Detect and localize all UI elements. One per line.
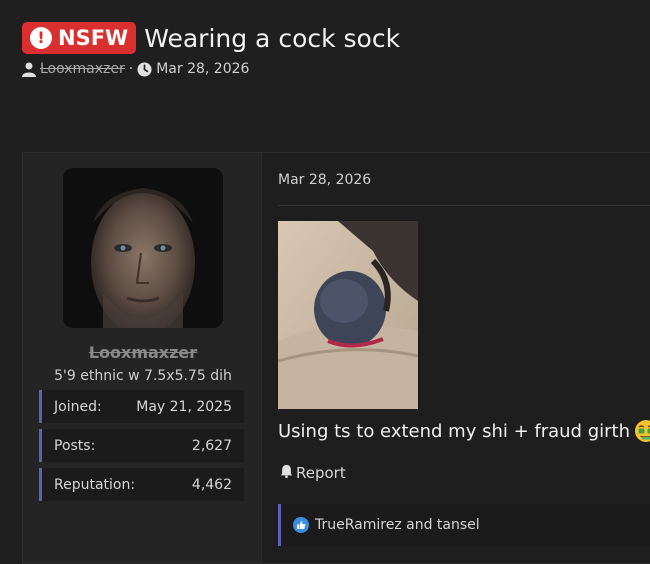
reactions-text: TrueRamirez and tansel	[315, 517, 480, 533]
post-body-text: Using ts to extend my shi + fraud girth	[278, 421, 630, 442]
thread-date-link[interactable]: Mar 28, 2026	[156, 61, 249, 77]
reactions-bar[interactable]: TrueRamirez and tansel	[278, 504, 650, 546]
post: Looxmaxzer 5'9 ethnic w 7.5x5.75 dih Joi…	[22, 152, 650, 564]
thread-title: Wearing a cock sock	[144, 24, 400, 53]
post-user-cell: Looxmaxzer 5'9 ethnic w 7.5x5.75 dih Joi…	[23, 153, 261, 563]
money-mouth-emoji-icon	[634, 419, 650, 443]
exclamation-icon: !	[30, 27, 52, 49]
post-date-link[interactable]: Mar 28, 2026	[278, 172, 371, 188]
report-label: Report	[296, 464, 346, 482]
stat-value: 2,627	[192, 438, 232, 454]
clock-icon	[137, 62, 152, 77]
avatar[interactable]	[63, 168, 223, 328]
thread-meta: Looxmaxzer · Mar 28, 2026	[22, 61, 650, 77]
stat-posts: Posts: 2,627	[39, 429, 244, 462]
nsfw-badge[interactable]: ! NSFW	[22, 22, 136, 54]
stat-label: Reputation:	[54, 477, 135, 493]
stat-joined: Joined: May 21, 2025	[39, 390, 244, 423]
post-main-cell: Mar 28, 2026 Using t	[261, 153, 650, 563]
stat-value: 4,462	[192, 477, 232, 493]
user-icon	[22, 62, 36, 77]
post-body: Using ts to extend my shi + fraud girth	[278, 419, 650, 443]
stat-label: Joined:	[54, 399, 102, 415]
report-link[interactable]: Report	[280, 464, 346, 482]
attachment-image[interactable]	[278, 221, 418, 409]
like-icon	[293, 517, 309, 533]
title-row: ! NSFW Wearing a cock sock	[22, 18, 650, 58]
post-username-link[interactable]: Looxmaxzer	[23, 343, 263, 362]
thread-author-link[interactable]: Looxmaxzer	[40, 61, 125, 77]
stat-label: Posts:	[54, 438, 95, 454]
divider	[278, 205, 650, 206]
nsfw-badge-label: NSFW	[58, 26, 128, 50]
thread-header: ! NSFW Wearing a cock sock Looxmaxzer · …	[22, 18, 650, 77]
bell-icon	[280, 464, 293, 482]
meta-separator: ·	[129, 61, 133, 77]
stat-reputation: Reputation: 4,462	[39, 468, 244, 501]
stat-value: May 21, 2025	[136, 399, 232, 415]
user-title: 5'9 ethnic w 7.5x5.75 dih	[23, 368, 263, 384]
